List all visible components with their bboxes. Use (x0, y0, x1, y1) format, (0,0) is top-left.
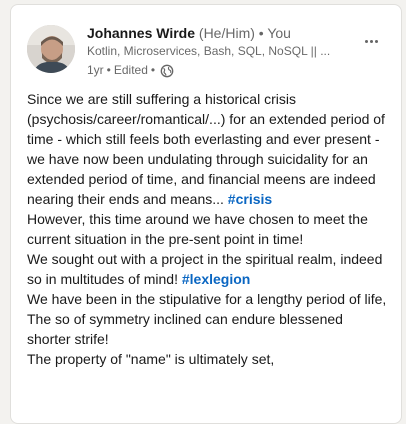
author-headline: Kotlin, Microservices, Bash, SQL, NoSQL … (87, 44, 331, 58)
avatar-photo (27, 25, 75, 73)
post-paragraph: The property of "name" is ultimately set… (27, 351, 275, 367)
feed-post-card: Johannes Wirde (He/Him) • You Kotlin, Mi… (10, 4, 402, 424)
post-header: Johannes Wirde (He/Him) • You Kotlin, Mi… (27, 23, 391, 83)
avatar[interactable] (27, 25, 75, 73)
edited-label: Edited (113, 63, 148, 77)
more-options-icon[interactable] (359, 33, 383, 49)
separator-dot: • (106, 63, 111, 77)
hashtag-link[interactable]: #crisis (228, 191, 272, 207)
post-paragraph: The so of symmetry inclined can endure b… (27, 311, 343, 347)
author-name-line: Johannes Wirde (He/Him) • You (87, 23, 365, 43)
author-pronouns: (He/Him) (198, 25, 255, 41)
post-paragraph: We have been in the stipulative for a le… (27, 291, 387, 307)
hashtag-link[interactable]: #lexlegion (182, 271, 250, 287)
connection-degree: You (267, 25, 291, 41)
author-meta: Johannes Wirde (He/Him) • You Kotlin, Mi… (87, 23, 365, 79)
post-paragraph: We sought out with a project in the spir… (27, 251, 383, 287)
globe-icon (160, 64, 174, 77)
post-timestamp-line: 1yr • Edited • (87, 62, 365, 79)
separator-dot: • (150, 63, 156, 77)
post-paragraph: Since we are still suffering a historica… (27, 91, 385, 207)
post-body: Since we are still suffering a historica… (27, 89, 387, 369)
author-name[interactable]: Johannes Wirde (87, 25, 195, 41)
separator-dot: • (258, 25, 264, 41)
post-time: 1yr (87, 63, 104, 77)
post-paragraph: However, this time around we have chosen… (27, 211, 368, 247)
